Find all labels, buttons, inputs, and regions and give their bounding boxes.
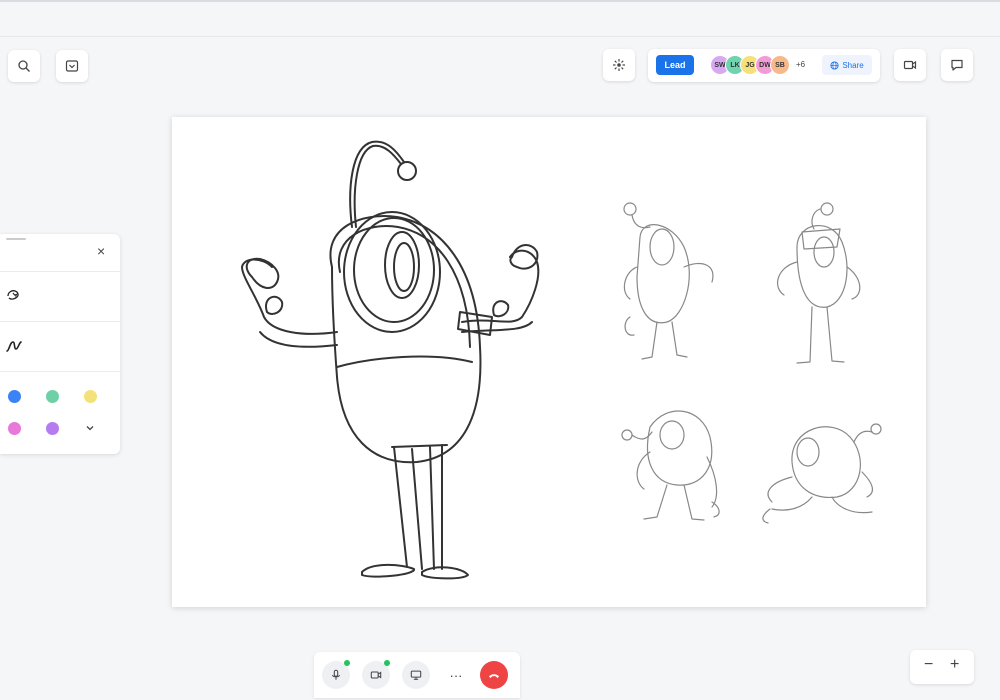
divider — [0, 371, 120, 372]
panel-drag-handle[interactable] — [6, 238, 26, 240]
pen-icon — [6, 341, 22, 352]
hang-up-icon — [489, 674, 499, 678]
divider — [0, 321, 120, 322]
drawing-tool-panel — [0, 234, 120, 454]
camera-active-indicator — [384, 660, 390, 666]
video-button[interactable] — [894, 49, 926, 81]
shape-recognition-tool[interactable] — [5, 287, 23, 310]
lead-button[interactable]: Lead — [656, 55, 694, 75]
laser-pointer-icon — [613, 59, 625, 71]
download-button[interactable] — [56, 50, 88, 82]
zoom-controls: − + — [910, 650, 974, 684]
hang-up-button[interactable] — [480, 661, 508, 689]
extra-collaborators-count[interactable]: +6 — [796, 60, 805, 69]
more-colors-button[interactable] — [84, 421, 96, 439]
share-button[interactable]: Share — [822, 55, 872, 75]
avatar[interactable]: SB — [770, 55, 790, 75]
search-icon — [18, 60, 30, 72]
mic-icon — [332, 669, 340, 680]
color-swatch-yellow[interactable] — [84, 390, 97, 403]
search-button[interactable] — [8, 50, 40, 82]
chat-icon — [951, 59, 963, 71]
avatar-initials: LK — [730, 61, 740, 69]
character-sketches — [241, 140, 882, 580]
avatar-initials: JG — [745, 61, 755, 69]
window-top-border — [0, 0, 1000, 2]
call-controls-bar: ··· — [314, 652, 520, 698]
avatar-initials: SW — [714, 61, 726, 69]
zoom-in-button[interactable]: + — [950, 656, 959, 674]
thumbnail-sketch-1 — [623, 202, 714, 360]
shape-recognition-icon — [7, 290, 19, 300]
main-character-sketch — [241, 140, 540, 580]
globe-icon — [830, 60, 839, 70]
whiteboard-canvas[interactable] — [172, 117, 926, 607]
header-divider — [0, 36, 1000, 37]
color-swatch-blue[interactable] — [8, 390, 21, 403]
more-icon[interactable]: ··· — [442, 661, 470, 689]
laser-pointer-button[interactable] — [603, 49, 635, 81]
present-icon — [410, 670, 422, 680]
avatar-initials: SB — [775, 61, 785, 69]
download-icon — [65, 60, 79, 72]
pen-tool[interactable] — [5, 337, 23, 360]
color-swatch-teal[interactable] — [46, 390, 59, 403]
thumbnail-sketch-2 — [776, 202, 861, 364]
close-icon[interactable]: × — [97, 244, 105, 258]
color-swatch-purple[interactable] — [46, 422, 59, 435]
present-button[interactable] — [402, 661, 430, 689]
zoom-out-button[interactable]: − — [924, 656, 933, 674]
collaboration-bar: Lead SW LK JG DW SB +6 Share — [648, 49, 880, 82]
video-icon — [903, 60, 917, 70]
share-label: Share — [842, 60, 864, 70]
divider — [0, 271, 120, 272]
color-swatch-pink[interactable] — [8, 422, 21, 435]
thumbnail-sketch-4 — [762, 423, 882, 524]
chat-button[interactable] — [941, 49, 973, 81]
camera-icon — [370, 671, 382, 679]
chevron-down-icon — [86, 426, 94, 431]
mic-active-indicator — [344, 660, 350, 666]
thumbnail-sketch-3 — [621, 410, 720, 521]
